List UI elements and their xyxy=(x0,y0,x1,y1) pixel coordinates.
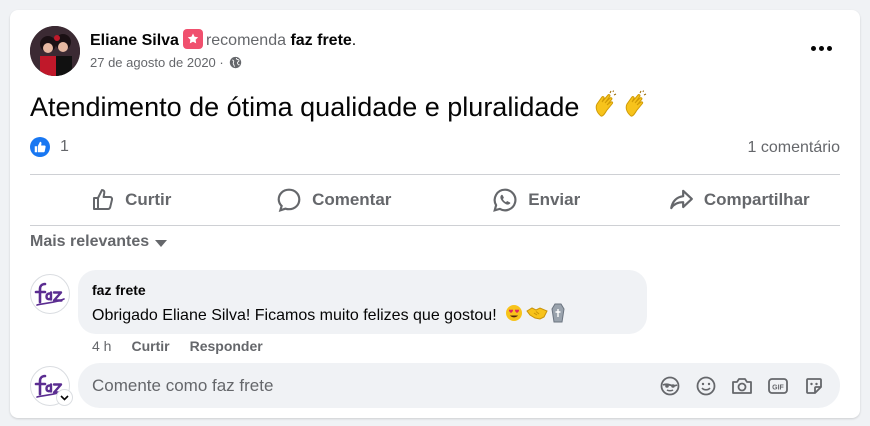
emoji-icon[interactable] xyxy=(694,374,718,398)
share-arrow-icon xyxy=(670,189,693,210)
share-button[interactable]: Compartilhar xyxy=(638,176,841,224)
comment-reply-button[interactable]: Responder xyxy=(190,338,263,354)
post-actions: Curtir Comentar Enviar Compartilhar xyxy=(30,176,840,224)
sticker-icon[interactable] xyxy=(802,374,826,398)
author-name[interactable]: Eliane Silva xyxy=(90,32,179,49)
like-button-label: Curtir xyxy=(125,190,172,209)
reactions-summary[interactable]: 1 xyxy=(30,136,69,158)
comment-count[interactable]: 1 comentário xyxy=(748,139,841,157)
thumbs-up-icon xyxy=(93,189,114,210)
like-button[interactable]: Curtir xyxy=(30,176,233,224)
comment-bubble: faz frete Obrigado Eliane Silva! Ficamos… xyxy=(78,270,647,334)
comment-input[interactable] xyxy=(92,375,658,396)
date-separator: · xyxy=(215,55,228,70)
chevron-down-icon[interactable] xyxy=(57,390,72,405)
gif-icon[interactable]: GIF xyxy=(766,374,790,398)
post-card: Eliane Silva recomenda faz frete. 27 de a… xyxy=(10,10,860,418)
comment-meta: 4 h Curtir Responder xyxy=(92,338,263,354)
send-button-label: Enviar xyxy=(528,190,581,209)
author-line: Eliane Silva recomenda faz frete. xyxy=(90,29,356,51)
more-options-icon[interactable] xyxy=(806,38,836,58)
coffin-icon xyxy=(551,303,565,329)
commenter-avatar[interactable] xyxy=(30,274,70,314)
recommend-star-icon xyxy=(182,29,203,49)
handshake-icon xyxy=(525,305,548,327)
sentence-period: . xyxy=(351,32,357,49)
recommended-page-link[interactable]: faz frete xyxy=(290,32,351,49)
comment-author[interactable]: faz frete xyxy=(92,282,633,298)
like-count: 1 xyxy=(60,138,69,155)
comment-sort-dropdown[interactable]: Mais relevantes xyxy=(30,233,168,251)
send-button[interactable]: Enviar xyxy=(435,176,638,224)
comment-time[interactable]: 4 h xyxy=(92,338,111,354)
post-text: Atendimento de ótima qualidade e plurali… xyxy=(30,92,580,122)
post-date[interactable]: 27 de agosto de 2020 xyxy=(90,55,216,70)
comment-composer: GIF xyxy=(78,363,840,408)
post-date-line: 27 de agosto de 2020 · xyxy=(90,55,242,73)
sort-label: Mais relevantes xyxy=(30,233,150,250)
comment-like-button[interactable]: Curtir xyxy=(131,338,169,354)
avatar-sticker-icon[interactable] xyxy=(658,374,682,398)
divider xyxy=(30,225,840,226)
faz-logo-icon xyxy=(34,282,65,306)
divider xyxy=(30,174,840,175)
clapping-hands-icon xyxy=(593,90,623,128)
comment-bubble-icon xyxy=(277,188,301,212)
comment-button[interactable]: Comentar xyxy=(233,176,436,224)
caret-down-icon xyxy=(155,239,168,247)
svg-text:GIF: GIF xyxy=(772,384,784,391)
recommend-verb: recomenda xyxy=(205,32,286,49)
clapping-hands-icon xyxy=(623,90,653,128)
author-avatar[interactable] xyxy=(30,26,80,76)
post-text-line: Atendimento de ótima qualidade e plurali… xyxy=(30,90,653,128)
camera-icon[interactable] xyxy=(730,374,754,398)
globe-icon xyxy=(229,56,242,73)
comment-text: Obrigado Eliane Silva! Ficamos muito fel… xyxy=(92,307,497,324)
composer-tools: GIF xyxy=(658,374,826,398)
comment-text-line: Obrigado Eliane Silva! Ficamos muito fel… xyxy=(92,303,633,329)
share-button-label: Compartilhar xyxy=(703,190,810,209)
comment-button-label: Comentar xyxy=(312,190,392,209)
whatsapp-icon xyxy=(493,188,517,212)
like-reaction-icon xyxy=(30,137,50,157)
heart-eyes-icon xyxy=(505,304,523,328)
